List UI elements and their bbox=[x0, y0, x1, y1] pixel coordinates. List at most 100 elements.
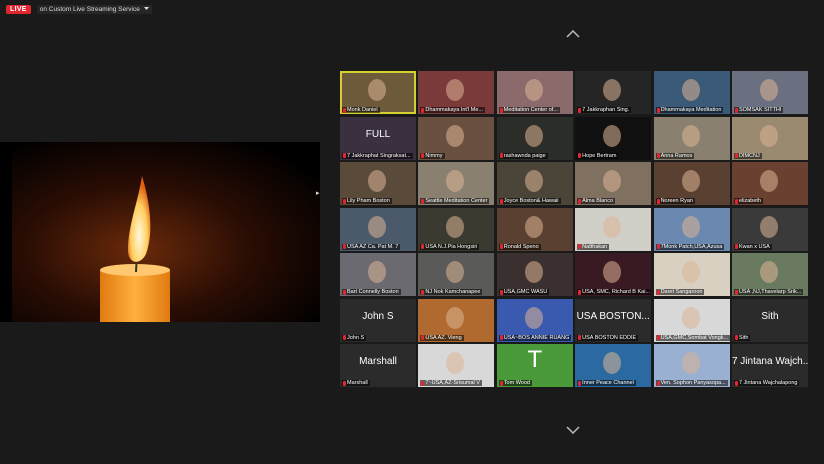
participant-name-label: Joyce Boston& Hawaii bbox=[498, 198, 561, 204]
participant-tile[interactable]: DIMCNJ bbox=[731, 116, 808, 160]
participant-name-label: USA ,NJ,Thavelarp Srik... bbox=[733, 289, 804, 295]
muted-mic-icon bbox=[734, 244, 738, 249]
participant-tile[interactable]: Sith Sith bbox=[731, 298, 808, 342]
participant-tile[interactable]: USA ,NJ,Thavelarp Srik... bbox=[731, 253, 808, 296]
avatar-letter: T bbox=[527, 346, 543, 373]
participant-tile[interactable]: Daret Sangaroon bbox=[653, 253, 730, 296]
muted-mic-icon bbox=[578, 198, 582, 204]
participant-tile[interactable]: USA AZ Ca. Pat M. 7 bbox=[340, 207, 416, 251]
participant-video bbox=[446, 261, 465, 283]
muted-mic-icon bbox=[734, 380, 738, 386]
participant-name: Dhammakaya Int'l Me... bbox=[425, 107, 483, 113]
participant-tile[interactable]: Bart Connelly Boston bbox=[340, 253, 416, 296]
participant-name: USA, SMC, Richard B Kai... bbox=[582, 289, 651, 295]
participant-name: 7 Jakkraphat Singraksat... bbox=[347, 152, 411, 159]
participant-tile[interactable]: elizabeth bbox=[731, 162, 808, 205]
participant-name: Alma Blanco bbox=[582, 198, 614, 204]
participant-video bbox=[681, 352, 700, 374]
muted-mic-icon bbox=[578, 107, 582, 113]
participant-video bbox=[681, 306, 700, 329]
participant-video bbox=[368, 261, 386, 283]
participant-tile[interactable]: FULL 7 Jakkraphat Singraksat... bbox=[340, 116, 416, 160]
live-stream-dropdown[interactable]: on Custom Live Streaming Service bbox=[36, 4, 152, 14]
participant-tile[interactable]: 7 Jakkraphan Sing. bbox=[575, 71, 652, 114]
participant-video bbox=[759, 124, 778, 147]
participant-display-name: 7 Jintana Wajch... bbox=[731, 356, 808, 367]
participant-tile[interactable]: Natthakan bbox=[575, 207, 652, 251]
participant-tile[interactable]: rashawnda paige bbox=[496, 116, 573, 160]
participant-video bbox=[603, 215, 622, 238]
participant-tile[interactable]: 7Monk Patch,USA,Azusa bbox=[653, 207, 730, 251]
participant-name: 7 Jintana Wajchalapong bbox=[738, 380, 798, 386]
participant-video bbox=[368, 215, 386, 238]
participant-name: elizabeth bbox=[738, 198, 761, 204]
participant-name-label: Noreen Ryan bbox=[655, 198, 695, 204]
participant-tile[interactable]: Anna Ramos bbox=[653, 116, 730, 160]
participant-tile[interactable]: Lily Pham Boston bbox=[340, 162, 416, 205]
participant-tile[interactable]: USA~BOS ANNIE RUANG bbox=[496, 298, 573, 342]
participant-name-label: USA~BOS ANNIE RUANG bbox=[498, 334, 572, 341]
muted-mic-icon bbox=[656, 289, 660, 295]
participant-name-label: USA, SMC, Richard B Kai... bbox=[577, 289, 652, 295]
participant-tile[interactable]: Hope Bertram bbox=[575, 116, 652, 160]
participant-tile[interactable]: USA,GMC WASU bbox=[496, 253, 573, 296]
participant-tile[interactable]: Seattle Meditation Center bbox=[418, 162, 495, 205]
participant-name-label: Inner Peace Channel bbox=[577, 380, 636, 386]
participant-name-label: 7~USA,AZ-Srisumal V bbox=[420, 380, 482, 386]
participant-tile[interactable]: Inner Peace Channel bbox=[575, 344, 652, 387]
participant-video bbox=[681, 261, 700, 283]
participant-tile[interactable]: T Tom Wood bbox=[496, 344, 573, 387]
participant-tile[interactable]: USA,GMC,Sombat Vongk... bbox=[653, 298, 730, 342]
participant-tile[interactable]: Marshall Marshall bbox=[340, 344, 416, 387]
muted-mic-icon bbox=[421, 198, 425, 204]
participant-name: Marshall bbox=[347, 380, 368, 386]
participant-video bbox=[759, 79, 778, 101]
chevron-up-icon[interactable] bbox=[566, 30, 580, 38]
participant-tile[interactable]: SOMSAK SITTHI bbox=[731, 71, 808, 114]
participant-tile[interactable]: 7 Jintana Wajch... 7 Jintana Wajchalapong bbox=[731, 344, 808, 387]
participant-name-label: Ven. Sophon Panyasopa... bbox=[655, 380, 728, 386]
participant-display-name: USA BOSTON... bbox=[576, 310, 650, 322]
participant-tile[interactable]: Monk Daniel bbox=[340, 71, 416, 114]
participant-name-label: Sith bbox=[733, 334, 751, 341]
participant-tile[interactable]: Nimmy bbox=[418, 116, 495, 160]
participant-video bbox=[368, 79, 386, 101]
muted-mic-icon bbox=[578, 289, 582, 295]
participant-name: Meditation Center of... bbox=[503, 107, 558, 113]
participant-name: Hope Bertram bbox=[582, 152, 617, 159]
participant-tile[interactable]: USA BOSTON... USA BOSTON EDDIE bbox=[575, 298, 652, 342]
participant-tile[interactable]: USA AZ. Vieng bbox=[418, 298, 495, 342]
participant-name: USA~BOS ANNIE RUANG bbox=[503, 334, 570, 341]
participant-tile[interactable]: Alma Blanco bbox=[575, 162, 652, 205]
participant-name-label: Natthakan bbox=[577, 243, 610, 250]
muted-mic-icon bbox=[578, 153, 582, 158]
participant-video bbox=[759, 170, 778, 192]
participant-tile[interactable]: USA N.J.Pia Hongsiri bbox=[418, 207, 495, 251]
participant-tile[interactable]: Ronald Speno bbox=[496, 207, 573, 251]
participant-name: USA,GMC WASU bbox=[503, 289, 548, 295]
muted-mic-icon bbox=[343, 153, 346, 158]
participant-name: Joyce Boston& Hawaii bbox=[503, 198, 559, 204]
participant-name: USA,GMC,Sombat Vongk... bbox=[660, 334, 729, 341]
participant-tile[interactable]: Dhammakaya Int'l Me... bbox=[418, 71, 495, 114]
participant-tile[interactable]: 7~USA,AZ-Srisumal V bbox=[418, 344, 495, 387]
participant-name: Kwan x USA bbox=[738, 243, 770, 250]
muted-mic-icon bbox=[343, 244, 346, 249]
participant-tile[interactable]: Noreen Ryan bbox=[653, 162, 730, 205]
participant-name-label: 7 Jakkraphan Sing. bbox=[577, 107, 632, 113]
participant-tile[interactable]: Kwan x USA bbox=[731, 207, 808, 251]
participant-name: 7 Jakkraphan Sing. bbox=[582, 107, 630, 113]
participant-tile[interactable]: USA, SMC, Richard B Kai... bbox=[575, 253, 652, 296]
chevron-down-icon[interactable] bbox=[566, 426, 580, 434]
participant-tile[interactable]: NJ Nok Kamchanapee bbox=[418, 253, 495, 296]
muted-mic-icon bbox=[499, 380, 503, 386]
participant-tile[interactable]: Ven. Sophon Panyasopa... bbox=[653, 344, 730, 387]
participant-tile[interactable]: Meditation Center of... bbox=[496, 71, 573, 114]
participant-name-label: Bart Connelly Boston bbox=[342, 289, 401, 295]
participant-name-label: Daret Sangaroon bbox=[655, 289, 705, 295]
participant-name: Daret Sangaroon bbox=[660, 289, 703, 295]
participant-name: Ven. Sophon Panyasopa... bbox=[660, 380, 726, 386]
participant-tile[interactable]: Joyce Boston& Hawaii bbox=[496, 162, 573, 205]
participant-tile[interactable]: Dhammakaya Meditation bbox=[653, 71, 730, 114]
participant-tile[interactable]: John S John S bbox=[340, 298, 416, 342]
